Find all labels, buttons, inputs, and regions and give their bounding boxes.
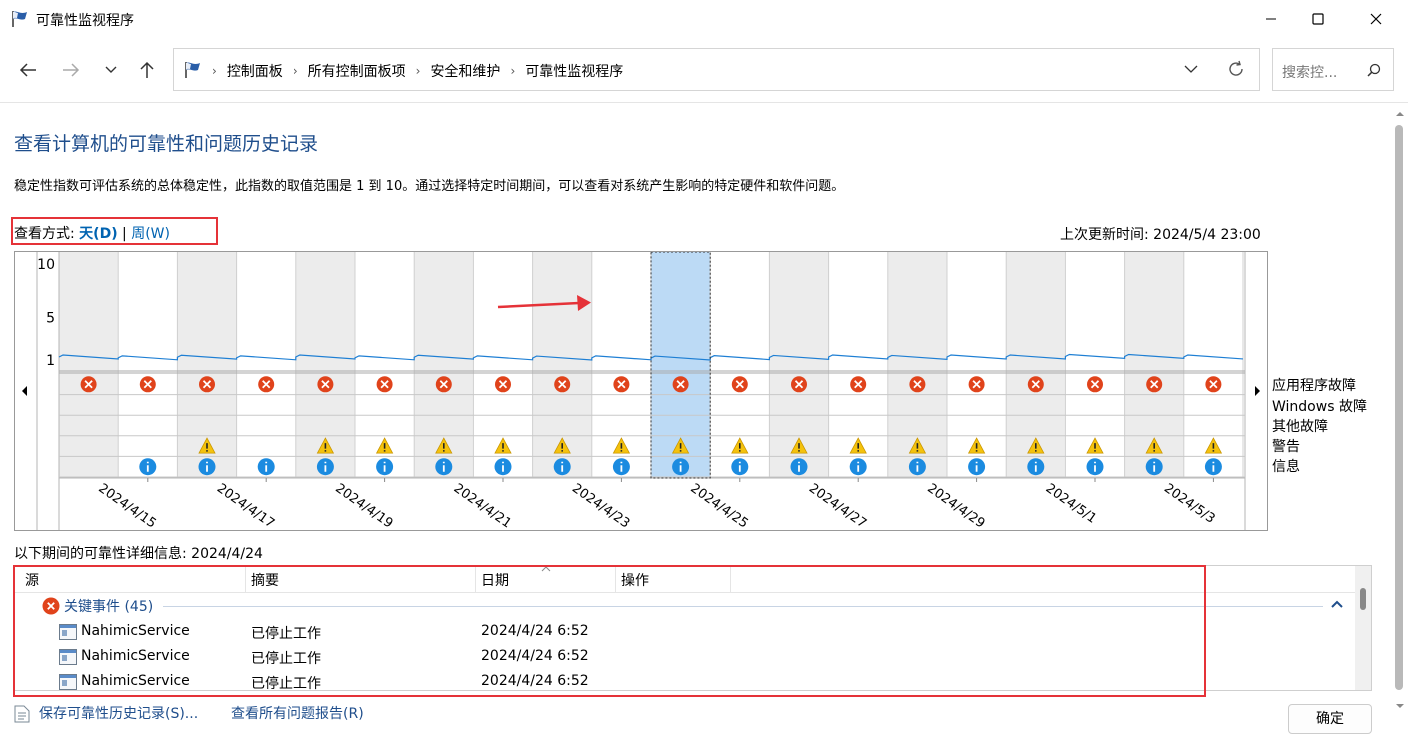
last-updated: 上次更新时间: 2024/5/4 23:00 xyxy=(1060,227,1261,243)
annotation-box-view-mode xyxy=(11,217,218,245)
scroll-right-icon[interactable] xyxy=(1255,386,1260,396)
address-bar[interactable]: › 控制面板 › 所有控制面板项 › 安全和维护 › 可靠性监视程序 xyxy=(173,48,1260,91)
details-scrollbar[interactable] xyxy=(1355,566,1371,690)
save-history-link[interactable]: 保存可靠性历史记录(S)... xyxy=(39,703,198,723)
document-icon xyxy=(14,705,30,723)
x-tick-label: 2024/4/19 xyxy=(332,481,395,530)
x-tick-label: 2024/5/3 xyxy=(1161,481,1217,527)
chart-row-label: 应用程序故障 xyxy=(1272,378,1356,394)
y-tick-label: 10 xyxy=(37,257,55,273)
close-button[interactable] xyxy=(1353,0,1399,38)
minimize-icon xyxy=(1266,18,1276,20)
refresh-icon[interactable] xyxy=(1227,60,1245,78)
close-icon xyxy=(1370,13,1382,25)
forward-button[interactable] xyxy=(57,58,85,82)
search-box[interactable]: 搜索控... xyxy=(1272,48,1394,91)
navigation-bar: › 控制面板 › 所有控制面板项 › 安全和维护 › 可靠性监视程序 搜索控..… xyxy=(0,38,1408,102)
breadcrumb-item-all-items[interactable]: 所有控制面板项 xyxy=(308,61,406,81)
chevron-down-icon[interactable] xyxy=(1183,61,1199,77)
arrow-right-icon xyxy=(63,63,80,77)
maximize-icon xyxy=(1312,13,1324,25)
arrow-up-icon xyxy=(140,61,154,78)
view-all-reports-link[interactable]: 查看所有问题报告(R) xyxy=(231,703,364,723)
chart-column[interactable] xyxy=(59,252,119,478)
chart-column[interactable] xyxy=(118,252,178,478)
page-scrollbar[interactable] xyxy=(1392,103,1408,740)
page-description: 稳定性指数可评估系统的总体稳定性，此指数的取值范围是 1 到 10。通过选择特定… xyxy=(14,179,845,194)
maximize-button[interactable] xyxy=(1295,0,1341,38)
scroll-down-icon[interactable] xyxy=(1395,703,1405,709)
x-tick-label: 2024/4/17 xyxy=(214,481,277,530)
search-input[interactable]: 搜索控... xyxy=(1282,62,1337,82)
chart-row-label: 警告 xyxy=(1272,439,1300,455)
chevron-up-icon[interactable] xyxy=(1331,600,1343,609)
back-button[interactable] xyxy=(14,58,42,82)
chart-row-label: Windows 故障 xyxy=(1272,399,1367,415)
y-tick-label: 1 xyxy=(46,353,55,369)
breadcrumb: › 控制面板 › 所有控制面板项 › 安全和维护 › 可靠性监视程序 xyxy=(212,61,623,81)
x-tick-label: 2024/4/23 xyxy=(569,481,632,530)
x-tick-label: 2024/4/29 xyxy=(924,481,987,530)
scroll-thumb[interactable] xyxy=(1360,588,1366,610)
chevron-right-icon: › xyxy=(415,64,421,78)
up-button[interactable] xyxy=(133,58,161,82)
window-title: 可靠性监视程序 xyxy=(36,13,134,29)
reliability-chart-svg: 10 5 1 2024/4/15 2024/4/17 2024/4/19 2024/4/21… xyxy=(22,251,1260,532)
scroll-thumb[interactable] xyxy=(1395,125,1403,690)
chart-column[interactable] xyxy=(236,252,296,478)
breadcrumb-item-control-panel[interactable]: 控制面板 xyxy=(227,61,283,81)
chevron-down-icon xyxy=(105,66,117,73)
details-title: 以下期间的可靠性详细信息: 2024/4/24 xyxy=(14,546,263,562)
chevron-right-icon: › xyxy=(212,64,217,78)
page-title: 查看计算机的可靠性和问题历史记录 xyxy=(14,133,319,155)
chevron-right-icon: › xyxy=(292,64,298,78)
flag-icon xyxy=(185,62,200,78)
chevron-right-icon: › xyxy=(510,64,516,78)
ok-button[interactable]: 确定 xyxy=(1288,704,1372,734)
annotation-box-details xyxy=(13,565,1206,697)
breadcrumb-item-reliability[interactable]: 可靠性监视程序 xyxy=(525,61,623,81)
scroll-up-icon[interactable] xyxy=(1395,111,1405,117)
recent-locations-button[interactable] xyxy=(97,58,125,82)
y-tick-label: 5 xyxy=(46,310,55,326)
chart-row-label: 其他故障 xyxy=(1272,419,1328,435)
x-tick-label: 2024/5/1 xyxy=(1043,481,1099,527)
minimize-button[interactable] xyxy=(1248,0,1294,38)
flag-icon xyxy=(12,11,27,27)
chart-row-label: 信息 xyxy=(1272,459,1300,475)
x-tick-label: 2024/4/25 xyxy=(688,481,751,530)
content-area: 查看计算机的可靠性和问题历史记录 稳定性指数可评估系统的总体稳定性，此指数的取值… xyxy=(0,102,1408,740)
x-tick-label: 2024/4/15 xyxy=(96,481,159,530)
scroll-left-icon[interactable] xyxy=(22,386,27,396)
search-icon xyxy=(1367,63,1381,77)
title-bar: 可靠性监视程序 xyxy=(0,0,1408,38)
arrow-left-icon xyxy=(19,63,36,77)
x-tick-label: 2024/4/27 xyxy=(806,481,869,530)
reliability-chart[interactable]: 10 5 1 2024/4/15 2024/4/17 2024/4/19 2024/4/21… xyxy=(14,251,1268,532)
x-tick-label: 2024/4/21 xyxy=(451,481,514,530)
breadcrumb-item-security[interactable]: 安全和维护 xyxy=(430,61,500,81)
